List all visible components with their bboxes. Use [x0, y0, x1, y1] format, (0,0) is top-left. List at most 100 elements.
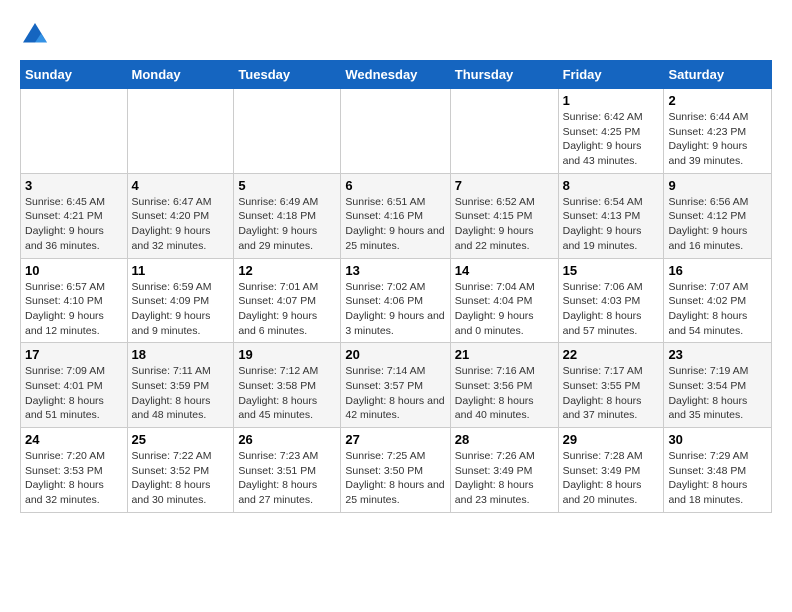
day-number: 11 [132, 263, 230, 278]
calendar-cell [127, 89, 234, 174]
calendar-cell: 21 Sunrise: 7:16 AM Sunset: 3:56 PM Dayli… [450, 343, 558, 428]
day-info: Sunrise: 7:19 AM Sunset: 3:54 PM Dayligh… [668, 364, 767, 423]
calendar-cell [341, 89, 450, 174]
day-info: Sunrise: 6:54 AM Sunset: 4:13 PM Dayligh… [563, 195, 660, 254]
day-info: Sunrise: 6:52 AM Sunset: 4:15 PM Dayligh… [455, 195, 554, 254]
calendar-cell: 13 Sunrise: 7:02 AM Sunset: 4:06 PM Dayli… [341, 258, 450, 343]
day-info: Sunrise: 6:49 AM Sunset: 4:18 PM Dayligh… [238, 195, 336, 254]
calendar-cell [450, 89, 558, 174]
day-number: 6 [345, 178, 445, 193]
calendar-cell: 19 Sunrise: 7:12 AM Sunset: 3:58 PM Dayli… [234, 343, 341, 428]
day-number: 21 [455, 347, 554, 362]
day-info: Sunrise: 6:59 AM Sunset: 4:09 PM Dayligh… [132, 280, 230, 339]
calendar-cell: 28 Sunrise: 7:26 AM Sunset: 3:49 PM Dayli… [450, 428, 558, 513]
day-number: 7 [455, 178, 554, 193]
calendar-header-tuesday: Tuesday [234, 61, 341, 89]
day-info: Sunrise: 7:14 AM Sunset: 3:57 PM Dayligh… [345, 364, 445, 423]
day-number: 4 [132, 178, 230, 193]
day-info: Sunrise: 7:23 AM Sunset: 3:51 PM Dayligh… [238, 449, 336, 508]
calendar-cell: 4 Sunrise: 6:47 AM Sunset: 4:20 PM Daylig… [127, 173, 234, 258]
calendar-header-sunday: Sunday [21, 61, 128, 89]
day-info: Sunrise: 7:02 AM Sunset: 4:06 PM Dayligh… [345, 280, 445, 339]
calendar-cell: 18 Sunrise: 7:11 AM Sunset: 3:59 PM Dayli… [127, 343, 234, 428]
day-number: 13 [345, 263, 445, 278]
calendar-week-row: 3 Sunrise: 6:45 AM Sunset: 4:21 PM Daylig… [21, 173, 772, 258]
calendar-cell: 6 Sunrise: 6:51 AM Sunset: 4:16 PM Daylig… [341, 173, 450, 258]
day-info: Sunrise: 6:42 AM Sunset: 4:25 PM Dayligh… [563, 110, 660, 169]
day-number: 1 [563, 93, 660, 108]
day-number: 3 [25, 178, 123, 193]
calendar-cell: 11 Sunrise: 6:59 AM Sunset: 4:09 PM Dayli… [127, 258, 234, 343]
calendar-cell: 8 Sunrise: 6:54 AM Sunset: 4:13 PM Daylig… [558, 173, 664, 258]
calendar-cell: 24 Sunrise: 7:20 AM Sunset: 3:53 PM Dayli… [21, 428, 128, 513]
day-info: Sunrise: 7:11 AM Sunset: 3:59 PM Dayligh… [132, 364, 230, 423]
calendar-week-row: 17 Sunrise: 7:09 AM Sunset: 4:01 PM Dayli… [21, 343, 772, 428]
day-info: Sunrise: 6:51 AM Sunset: 4:16 PM Dayligh… [345, 195, 445, 254]
calendar-header-friday: Friday [558, 61, 664, 89]
day-number: 16 [668, 263, 767, 278]
calendar-cell: 10 Sunrise: 6:57 AM Sunset: 4:10 PM Dayli… [21, 258, 128, 343]
calendar-header-thursday: Thursday [450, 61, 558, 89]
calendar-cell: 25 Sunrise: 7:22 AM Sunset: 3:52 PM Dayli… [127, 428, 234, 513]
calendar-cell: 26 Sunrise: 7:23 AM Sunset: 3:51 PM Dayli… [234, 428, 341, 513]
day-info: Sunrise: 6:47 AM Sunset: 4:20 PM Dayligh… [132, 195, 230, 254]
day-info: Sunrise: 7:22 AM Sunset: 3:52 PM Dayligh… [132, 449, 230, 508]
day-number: 24 [25, 432, 123, 447]
calendar-cell: 20 Sunrise: 7:14 AM Sunset: 3:57 PM Dayli… [341, 343, 450, 428]
day-info: Sunrise: 6:57 AM Sunset: 4:10 PM Dayligh… [25, 280, 123, 339]
day-info: Sunrise: 7:25 AM Sunset: 3:50 PM Dayligh… [345, 449, 445, 508]
day-number: 18 [132, 347, 230, 362]
day-number: 2 [668, 93, 767, 108]
day-info: Sunrise: 7:04 AM Sunset: 4:04 PM Dayligh… [455, 280, 554, 339]
logo [20, 20, 54, 50]
day-number: 17 [25, 347, 123, 362]
day-number: 22 [563, 347, 660, 362]
day-info: Sunrise: 7:26 AM Sunset: 3:49 PM Dayligh… [455, 449, 554, 508]
day-number: 20 [345, 347, 445, 362]
day-info: Sunrise: 7:16 AM Sunset: 3:56 PM Dayligh… [455, 364, 554, 423]
day-number: 8 [563, 178, 660, 193]
calendar-cell: 29Sunrise: 7:28 AM Sunset: 3:49 PM Dayli… [558, 428, 664, 513]
day-number: 25 [132, 432, 230, 447]
day-info: Sunrise: 7:29 AM Sunset: 3:48 PM Dayligh… [668, 449, 767, 508]
calendar-cell: 17 Sunrise: 7:09 AM Sunset: 4:01 PM Dayli… [21, 343, 128, 428]
day-info: Sunrise: 7:20 AM Sunset: 3:53 PM Dayligh… [25, 449, 123, 508]
day-number: 23 [668, 347, 767, 362]
calendar-cell: 1 Sunrise: 6:42 AM Sunset: 4:25 PM Daylig… [558, 89, 664, 174]
calendar-cell: 9 Sunrise: 6:56 AM Sunset: 4:12 PM Daylig… [664, 173, 772, 258]
day-info: Sunrise: 7:09 AM Sunset: 4:01 PM Dayligh… [25, 364, 123, 423]
day-number: 5 [238, 178, 336, 193]
day-info: Sunrise: 7:01 AM Sunset: 4:07 PM Dayligh… [238, 280, 336, 339]
day-number: 30 [668, 432, 767, 447]
day-info: Sunrise: 7:12 AM Sunset: 3:58 PM Dayligh… [238, 364, 336, 423]
day-number: 26 [238, 432, 336, 447]
calendar-cell [234, 89, 341, 174]
day-number: 15 [563, 263, 660, 278]
day-info: Sunrise: 6:45 AM Sunset: 4:21 PM Dayligh… [25, 195, 123, 254]
day-number: 28 [455, 432, 554, 447]
calendar-cell: 12Sunrise: 7:01 AM Sunset: 4:07 PM Dayli… [234, 258, 341, 343]
calendar-header-row: SundayMondayTuesdayWednesdayThursdayFrid… [21, 61, 772, 89]
calendar-cell: 27Sunrise: 7:25 AM Sunset: 3:50 PM Dayli… [341, 428, 450, 513]
day-number: 9 [668, 178, 767, 193]
day-info: Sunrise: 7:17 AM Sunset: 3:55 PM Dayligh… [563, 364, 660, 423]
day-number: 29 [563, 432, 660, 447]
calendar-week-row: 1 Sunrise: 6:42 AM Sunset: 4:25 PM Daylig… [21, 89, 772, 174]
day-info: Sunrise: 6:56 AM Sunset: 4:12 PM Dayligh… [668, 195, 767, 254]
calendar-cell: 16 Sunrise: 7:07 AM Sunset: 4:02 PM Dayli… [664, 258, 772, 343]
calendar-header-monday: Monday [127, 61, 234, 89]
calendar-cell: 14Sunrise: 7:04 AM Sunset: 4:04 PM Dayli… [450, 258, 558, 343]
calendar-cell: 15 Sunrise: 7:06 AM Sunset: 4:03 PM Dayli… [558, 258, 664, 343]
day-info: Sunrise: 7:07 AM Sunset: 4:02 PM Dayligh… [668, 280, 767, 339]
calendar-week-row: 10 Sunrise: 6:57 AM Sunset: 4:10 PM Dayli… [21, 258, 772, 343]
day-info: Sunrise: 7:06 AM Sunset: 4:03 PM Dayligh… [563, 280, 660, 339]
page-header [20, 20, 772, 50]
calendar-cell: 30 Sunrise: 7:29 AM Sunset: 3:48 PM Dayli… [664, 428, 772, 513]
day-info: Sunrise: 6:44 AM Sunset: 4:23 PM Dayligh… [668, 110, 767, 169]
calendar-header-saturday: Saturday [664, 61, 772, 89]
calendar-header-wednesday: Wednesday [341, 61, 450, 89]
day-number: 19 [238, 347, 336, 362]
calendar-cell: 23 Sunrise: 7:19 AM Sunset: 3:54 PM Dayli… [664, 343, 772, 428]
day-number: 10 [25, 263, 123, 278]
calendar-cell: 7 Sunrise: 6:52 AM Sunset: 4:15 PM Daylig… [450, 173, 558, 258]
